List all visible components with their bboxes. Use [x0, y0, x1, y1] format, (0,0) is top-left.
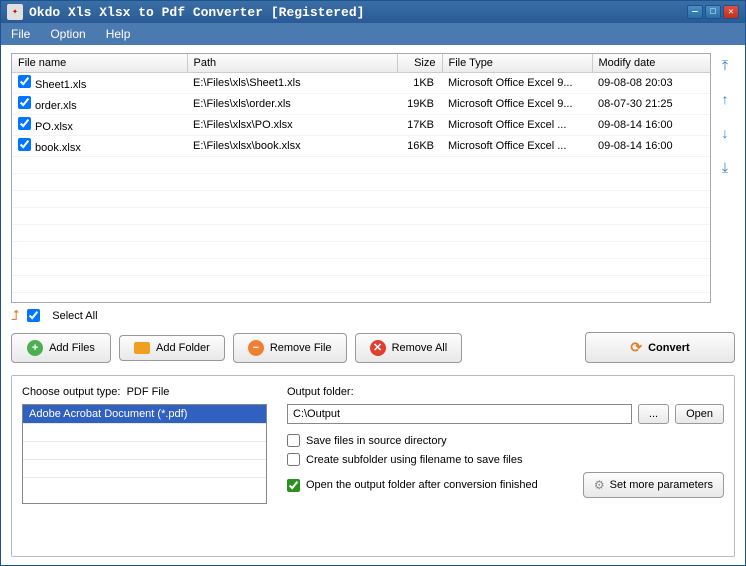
- add-folder-button[interactable]: Add Folder: [119, 335, 225, 361]
- create-subfolder-checkbox[interactable]: [287, 453, 300, 466]
- file-table-container[interactable]: File name Path Size File Type Modify dat…: [11, 53, 711, 303]
- x-icon: ✕: [370, 340, 386, 356]
- convert-button[interactable]: ⟳ Convert: [585, 332, 735, 363]
- move-bottom-button[interactable]: ⤓: [717, 159, 733, 175]
- row-checkbox[interactable]: [18, 96, 31, 109]
- folder-icon: [134, 342, 150, 354]
- maximize-button[interactable]: □: [705, 5, 721, 19]
- output-folder-column: Output folder: ... Open Save files in so…: [287, 386, 724, 546]
- table-row[interactable]: PO.xlsxE:\Files\xlsx\PO.xlsx17KBMicrosof…: [12, 115, 710, 136]
- select-all-checkbox[interactable]: [27, 309, 40, 322]
- reorder-controls: ⤒ ↑ ↓ ⤓: [715, 53, 735, 303]
- row-checkbox[interactable]: [18, 138, 31, 151]
- menu-file[interactable]: File: [1, 25, 40, 43]
- output-type-column: Choose output type: PDF File Adobe Acrob…: [22, 386, 267, 546]
- output-folder-row: ... Open: [287, 404, 724, 424]
- menu-help[interactable]: Help: [96, 25, 141, 43]
- output-type-label: Choose output type: PDF File: [22, 386, 267, 398]
- file-list-area: File name Path Size File Type Modify dat…: [11, 53, 735, 303]
- create-subfolder-row: Create subfolder using filename to save …: [287, 453, 724, 466]
- move-up-button[interactable]: ↑: [717, 91, 733, 107]
- plus-icon: +: [27, 340, 43, 356]
- window-title: Okdo Xls Xlsx to Pdf Converter [Register…: [29, 5, 681, 20]
- create-subfolder-label: Create subfolder using filename to save …: [306, 454, 522, 466]
- col-filename[interactable]: File name: [12, 54, 187, 73]
- close-button[interactable]: ✕: [723, 5, 739, 19]
- open-after-label: Open the output folder after conversion …: [306, 479, 538, 491]
- table-row[interactable]: order.xlsE:\Files\xls\order.xls19KBMicro…: [12, 94, 710, 115]
- output-type-item-selected[interactable]: Adobe Acrobat Document (*.pdf): [23, 405, 266, 423]
- set-parameters-button[interactable]: ⚙ Set more parameters: [583, 472, 724, 498]
- app-icon: ✦: [7, 4, 23, 20]
- table-row[interactable]: Sheet1.xlsE:\Files\xls\Sheet1.xls1KBMicr…: [12, 73, 710, 94]
- minus-icon: −: [248, 340, 264, 356]
- titlebar: ✦ Okdo Xls Xlsx to Pdf Converter [Regist…: [1, 1, 745, 23]
- move-top-button[interactable]: ⤒: [717, 57, 733, 73]
- settings-panel: Choose output type: PDF File Adobe Acrob…: [11, 375, 735, 557]
- remove-all-button[interactable]: ✕ Remove All: [355, 333, 463, 363]
- col-filetype[interactable]: File Type: [442, 54, 592, 73]
- row-checkbox[interactable]: [18, 117, 31, 130]
- move-down-button[interactable]: ↓: [717, 125, 733, 141]
- menu-option[interactable]: Option: [40, 25, 95, 43]
- content-area: File name Path Size File Type Modify dat…: [1, 45, 745, 565]
- output-folder-input[interactable]: [287, 404, 632, 424]
- open-after-checkbox[interactable]: [287, 479, 300, 492]
- add-files-button[interactable]: + Add Files: [11, 333, 111, 363]
- file-table: File name Path Size File Type Modify dat…: [12, 54, 710, 303]
- minimize-button[interactable]: —: [687, 5, 703, 19]
- save-source-row: Save files in source directory: [287, 434, 724, 447]
- col-path[interactable]: Path: [187, 54, 397, 73]
- open-folder-button[interactable]: Open: [675, 404, 724, 424]
- open-after-row: Open the output folder after conversion …: [287, 472, 724, 498]
- save-source-label: Save files in source directory: [306, 435, 447, 447]
- save-source-checkbox[interactable]: [287, 434, 300, 447]
- app-window: ✦ Okdo Xls Xlsx to Pdf Converter [Regist…: [0, 0, 746, 566]
- output-type-list[interactable]: Adobe Acrobat Document (*.pdf): [22, 404, 267, 504]
- menubar: File Option Help: [1, 23, 745, 45]
- row-checkbox[interactable]: [18, 75, 31, 88]
- gear-icon: ⚙: [594, 478, 605, 492]
- remove-file-button[interactable]: − Remove File: [233, 333, 347, 363]
- col-size[interactable]: Size: [397, 54, 442, 73]
- select-all-row: ⮥ Select All: [11, 303, 735, 332]
- select-all-label: Select All: [52, 310, 97, 322]
- convert-icon: ⟳: [630, 339, 642, 356]
- browse-button[interactable]: ...: [638, 404, 669, 424]
- window-controls: — □ ✕: [687, 5, 739, 19]
- output-folder-label: Output folder:: [287, 386, 724, 398]
- up-folder-icon[interactable]: ⮥: [11, 307, 19, 324]
- action-button-row: + Add Files Add Folder − Remove File ✕ R…: [11, 332, 735, 363]
- col-modify[interactable]: Modify date: [592, 54, 710, 73]
- table-row[interactable]: book.xlsxE:\Files\xlsx\book.xlsx16KBMicr…: [12, 136, 710, 157]
